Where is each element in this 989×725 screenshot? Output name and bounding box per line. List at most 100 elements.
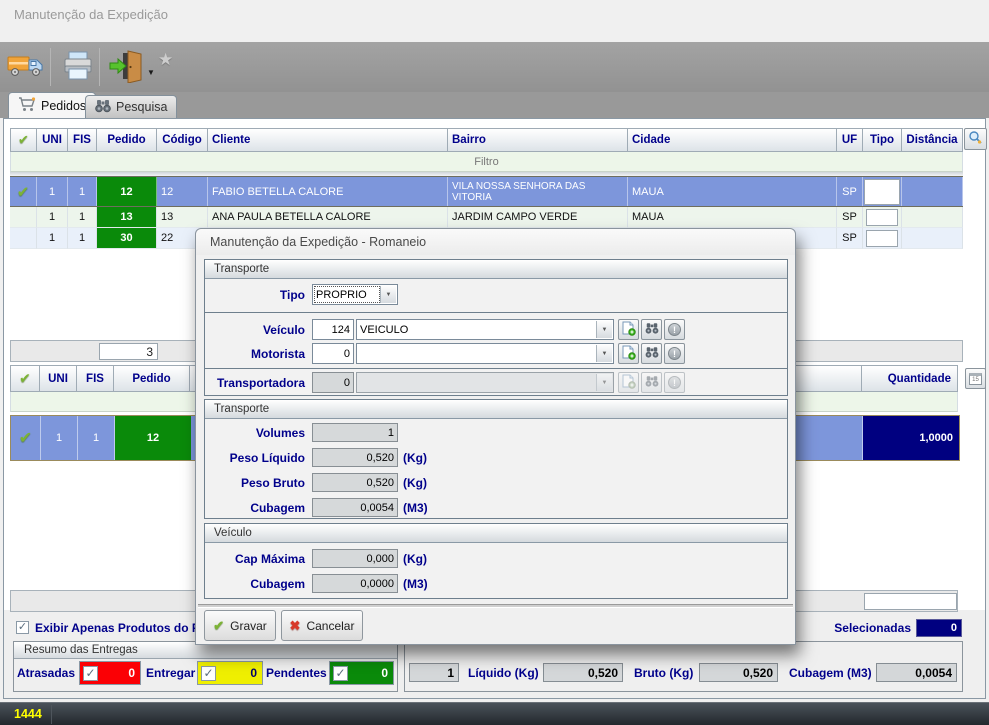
motorista-new-button[interactable]: [618, 343, 639, 364]
peso-liquido-unit: (Kg): [403, 451, 427, 465]
veiculo-info-button[interactable]: !: [664, 319, 685, 340]
new-document-icon: [622, 321, 636, 339]
order-row-selected[interactable]: 1 1 12 12 FABIO BETELLA CALORE VILA NOSS…: [10, 176, 963, 207]
bruto-label: Bruto (Kg): [634, 666, 693, 680]
tipo-input[interactable]: [864, 179, 900, 205]
veiculo-cubagem-field: 0,0000: [312, 574, 398, 593]
tabstrip: Pedidos Pesquisa: [0, 92, 989, 118]
col-distancia[interactable]: Distância: [902, 128, 963, 152]
selecionadas-value: 0: [916, 619, 962, 637]
truck-icon: [7, 50, 45, 85]
cart-icon: [18, 97, 36, 115]
tipo-combobox[interactable]: PROPRIO: [312, 284, 398, 305]
col-pedido[interactable]: Pedido: [114, 365, 190, 392]
cell-uf: SP: [837, 177, 863, 206]
col-codigo[interactable]: Código: [157, 128, 208, 152]
binoculars-icon: [645, 346, 659, 362]
column-search-button[interactable]: [964, 128, 987, 150]
status-separator: [51, 705, 52, 724]
cancelar-button[interactable]: Cancelar: [281, 610, 363, 641]
veiculo-combobox[interactable]: VEICULO: [356, 319, 614, 340]
exit-dropdown-caret[interactable]: [147, 64, 155, 78]
tab-pedidos[interactable]: Pedidos: [8, 92, 96, 118]
items-count-box: [864, 593, 957, 610]
favorite-star-icon: [158, 50, 173, 70]
col-quantidade[interactable]: Quantidade: [862, 365, 958, 392]
transportadora-code-field: 0: [312, 372, 354, 393]
gravar-button[interactable]: Gravar: [204, 610, 276, 641]
tab-pesquisa[interactable]: Pesquisa: [85, 95, 177, 118]
col-hidden: [790, 365, 862, 392]
row-check-icon: [19, 428, 32, 448]
col-cliente[interactable]: Cliente: [208, 128, 448, 152]
tipo-label: Tipo: [205, 288, 305, 302]
dialog-titlebar[interactable]: Manutenção da Expedição - Romaneio: [196, 229, 795, 255]
transporte-group: Transporte Tipo PROPRIO Veículo 124 VEIC…: [204, 259, 788, 396]
transporte-totais-group: Transporte Volumes 1 Peso Líquido 0,520 …: [204, 399, 788, 519]
magnifier-icon: [968, 130, 983, 148]
expedition-button[interactable]: [5, 46, 47, 88]
exit-door-icon: [108, 49, 144, 86]
dropdown-arrow-icon[interactable]: [596, 345, 612, 362]
transportadora-info-button: !: [664, 372, 685, 393]
tipo-value: PROPRIO: [316, 289, 367, 301]
print-button[interactable]: [57, 46, 99, 88]
bruto-field: 0,520: [699, 663, 778, 682]
toolbar-separator: [99, 48, 100, 86]
motorista-code-field[interactable]: 0: [312, 343, 354, 364]
col-uni[interactable]: UNI: [37, 128, 68, 152]
atrasadas-checkbox[interactable]: [83, 666, 98, 681]
veiculo-label: Veículo: [205, 323, 305, 337]
veiculo-code-field[interactable]: 124: [312, 319, 354, 340]
peso-bruto-unit: (Kg): [403, 476, 427, 490]
cap-maxima-field: 0,000: [312, 549, 398, 568]
cubagem-field: 0,0054: [312, 498, 398, 517]
tab-pedidos-label: Pedidos: [41, 99, 86, 113]
peso-liquido-field: 0,520: [312, 448, 398, 467]
entregar-checkbox[interactable]: [201, 666, 216, 681]
tipo-input[interactable]: [866, 209, 898, 226]
col-uf[interactable]: UF: [837, 128, 863, 152]
col-cidade[interactable]: Cidade: [628, 128, 837, 152]
col-bairro[interactable]: Bairro: [448, 128, 628, 152]
col-tipo[interactable]: Tipo: [863, 128, 902, 152]
cell-fis: 1: [78, 416, 115, 460]
cell-uni: 1: [41, 416, 78, 460]
veiculo-new-button[interactable]: [618, 319, 639, 340]
veiculo-search-button[interactable]: [641, 319, 662, 340]
liquido-label: Líquido (Kg): [468, 666, 539, 680]
orders-filter-row[interactable]: Filtro: [10, 152, 963, 172]
col-uni[interactable]: UNI: [40, 365, 77, 392]
cell-uni: 1: [37, 207, 68, 228]
dropdown-arrow-icon[interactable]: [380, 286, 396, 303]
info-icon: !: [668, 376, 681, 389]
exibir-produtos-checkbox[interactable]: [16, 621, 29, 634]
col-fis[interactable]: FIS: [68, 128, 97, 152]
cell-hidden: [791, 416, 863, 460]
orders-count-box: 3: [99, 343, 158, 360]
dropdown-arrow-icon[interactable]: [596, 321, 612, 338]
order-row[interactable]: 1 1 13 13 ANA PAULA BETELLA CALORE JARDI…: [10, 207, 963, 228]
motorista-combobox[interactable]: [356, 343, 614, 364]
app-window: Manutenção da Expedição: [0, 0, 989, 725]
motorista-search-button[interactable]: [641, 343, 662, 364]
liquido-field: 0,520: [543, 663, 623, 682]
col-fis[interactable]: FIS: [77, 365, 114, 392]
cell-distancia: [902, 228, 963, 249]
exit-button[interactable]: [105, 46, 147, 88]
cell-cidade: MAUA: [628, 207, 837, 228]
calendar-button[interactable]: 15: [965, 368, 986, 389]
tipo-input[interactable]: [866, 230, 898, 247]
new-document-icon: [622, 374, 636, 392]
motorista-info-button[interactable]: !: [664, 343, 685, 364]
atrasadas-value: 0: [98, 666, 140, 680]
col-pedido[interactable]: Pedido: [97, 128, 157, 152]
cell-uni: 1: [37, 228, 68, 249]
pendentes-checkbox[interactable]: [333, 666, 348, 681]
cancelar-label: Cancelar: [306, 619, 354, 633]
peso-bruto-field: 0,520: [312, 473, 398, 492]
select-all-column: [10, 128, 37, 152]
entregar-value: 0: [216, 666, 262, 680]
cell-check: [10, 228, 37, 249]
dialog-separator: [198, 604, 793, 608]
